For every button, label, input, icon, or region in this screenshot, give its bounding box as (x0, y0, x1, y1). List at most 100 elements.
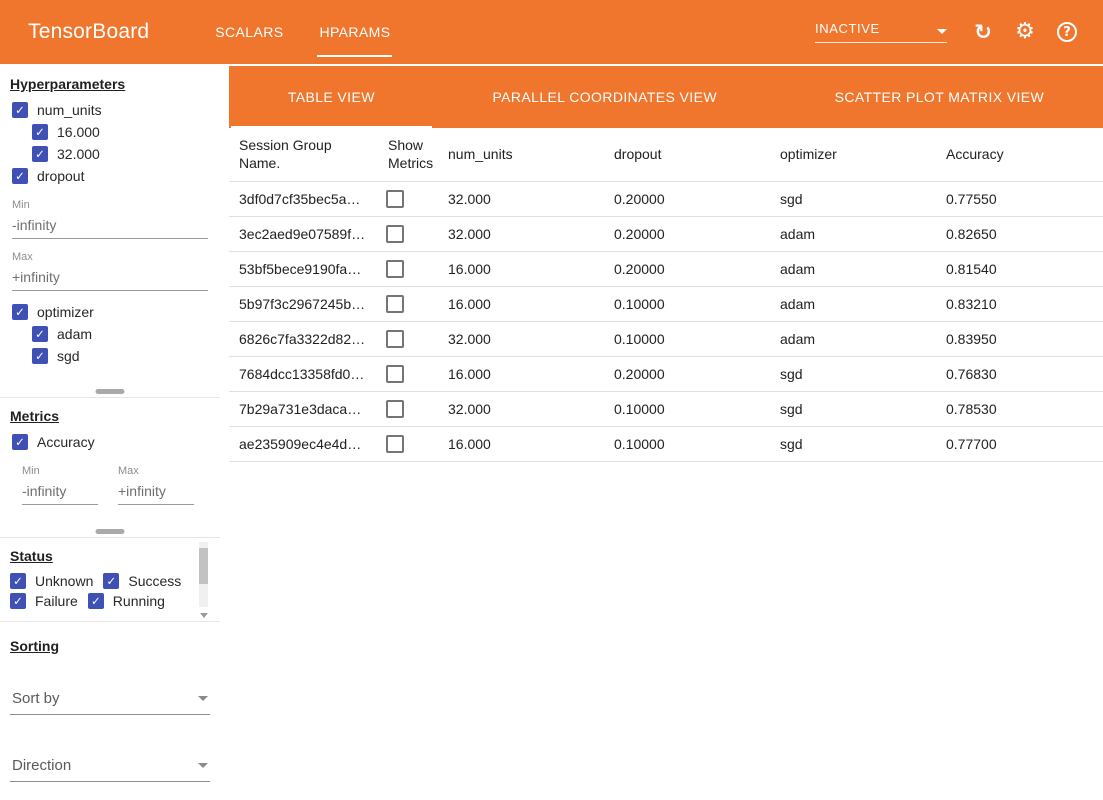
triangle-down-icon (200, 613, 208, 618)
session-group-name: 6826c7fa3322d82… (229, 322, 378, 357)
session-group-name: 3ec2aed9e07589f… (229, 217, 378, 252)
show-metrics-checkbox[interactable] (386, 330, 404, 348)
reload-status-value: INACTIVE (815, 21, 880, 36)
status-success-row[interactable]: Success (103, 571, 181, 591)
tab-scalars[interactable]: SCALARS (215, 0, 283, 64)
optimizer-value-sgd-row[interactable]: sgd (30, 345, 210, 367)
hparam-optimizer-row[interactable]: optimizer (10, 301, 210, 323)
checkbox-icon[interactable] (12, 102, 28, 118)
num-units-value-32-label: 32.000 (57, 146, 100, 162)
cell-optimizer: sgd (770, 357, 936, 392)
reload-status-select[interactable]: INACTIVE (815, 21, 947, 43)
show-metrics-checkbox[interactable] (386, 435, 404, 453)
gear-icon[interactable]: ⚙ (1011, 18, 1039, 46)
status-section: Status Unknown Success Failure Running (0, 538, 220, 622)
checkbox-icon[interactable] (32, 326, 48, 342)
cell-dropout: 0.20000 (604, 182, 770, 217)
cell-accuracy: 0.81540 (936, 252, 1103, 287)
dropout-min-input[interactable] (12, 215, 208, 239)
cell-dropout: 0.20000 (604, 252, 770, 287)
checkbox-icon[interactable] (12, 434, 28, 450)
checkbox-icon[interactable] (12, 304, 28, 320)
session-group-name: 7b29a731e3daca… (229, 392, 378, 427)
accuracy-min-input[interactable] (22, 481, 98, 505)
scrollbar-thumb[interactable] (199, 548, 208, 584)
tab-table-view[interactable]: TABLE VIEW (229, 66, 434, 128)
status-heading: Status (10, 548, 194, 564)
hparam-dropout-row[interactable]: dropout (10, 165, 210, 187)
optimizer-value-adam-label: adam (57, 326, 92, 342)
dropout-min-field: Min (12, 199, 208, 239)
chevron-down-icon (198, 696, 208, 701)
table-row: 6826c7fa3322d82… 32.000 0.10000 adam 0.8… (229, 322, 1103, 357)
optimizer-value-sgd-label: sgd (57, 348, 80, 364)
col-num-units: num_units (438, 128, 604, 182)
table-row: 7b29a731e3daca… 32.000 0.10000 sgd 0.785… (229, 392, 1103, 427)
num-units-value-32-row[interactable]: 32.000 (30, 143, 210, 165)
metric-accuracy-row[interactable]: Accuracy (10, 431, 210, 453)
tab-parallel-coordinates-view[interactable]: PARALLEL COORDINATES VIEW (434, 66, 776, 128)
table-row: 3ec2aed9e07589f… 32.000 0.20000 adam 0.8… (229, 217, 1103, 252)
col-session-group-name: Session Group Name. (229, 128, 378, 182)
num-units-value-16-label: 16.000 (57, 124, 100, 140)
session-group-name: 53bf5bece9190fa… (229, 252, 378, 287)
cell-optimizer: adam (770, 287, 936, 322)
checkbox-icon[interactable] (103, 573, 119, 589)
show-metrics-checkbox[interactable] (386, 260, 404, 278)
direction-select[interactable]: Direction (10, 757, 210, 782)
cell-num-units: 16.000 (438, 252, 604, 287)
help-icon[interactable]: ? (1053, 18, 1081, 46)
cell-dropout: 0.20000 (604, 357, 770, 392)
sort-by-select[interactable]: Sort by (10, 690, 210, 715)
table-header-row: Session Group Name. Show Metrics num_uni… (229, 128, 1103, 182)
cell-num-units: 32.000 (438, 322, 604, 357)
hyperparameters-section: Hyperparameters num_units 16.000 32.000 … (0, 66, 220, 398)
checkbox-icon[interactable] (10, 593, 26, 609)
num-units-value-16-row[interactable]: 16.000 (30, 121, 210, 143)
cell-optimizer: sgd (770, 392, 936, 427)
tab-scatter-plot-matrix-view[interactable]: SCATTER PLOT MATRIX VIEW (776, 66, 1103, 128)
refresh-icon[interactable]: ↻ (969, 18, 997, 46)
optimizer-value-adam-row[interactable]: adam (30, 323, 210, 345)
page-content: Hyperparameters num_units 16.000 32.000 … (0, 64, 1103, 800)
scroll-down-arrow[interactable] (199, 613, 208, 618)
status-unknown-row[interactable]: Unknown (10, 571, 93, 591)
checkbox-icon[interactable] (10, 573, 26, 589)
cell-accuracy: 0.78530 (936, 392, 1103, 427)
cell-num-units: 32.000 (438, 217, 604, 252)
dropout-max-input[interactable] (12, 267, 208, 291)
status-running-label: Running (113, 593, 165, 609)
accuracy-range-fields: Min Max (22, 453, 210, 507)
show-metrics-checkbox[interactable] (386, 190, 404, 208)
status-scrollbar[interactable] (199, 542, 208, 607)
hparam-optimizer-label: optimizer (37, 304, 94, 320)
status-unknown-label: Unknown (35, 573, 93, 589)
status-running-row[interactable]: Running (88, 591, 165, 611)
checkbox-icon[interactable] (32, 348, 48, 364)
status-failure-row[interactable]: Failure (10, 591, 78, 611)
accuracy-max-input[interactable] (118, 481, 194, 505)
col-accuracy: Accuracy (936, 128, 1103, 182)
metrics-heading: Metrics (10, 408, 210, 424)
checkbox-icon[interactable] (32, 124, 48, 140)
show-metrics-checkbox[interactable] (386, 400, 404, 418)
cell-accuracy: 0.77550 (936, 182, 1103, 217)
section-resize-handle[interactable] (96, 389, 125, 394)
hparam-num-units-row[interactable]: num_units (10, 99, 210, 121)
app-title: TensorBoard (0, 0, 149, 64)
sort-by-label: Sort by (12, 690, 60, 707)
show-metrics-checkbox[interactable] (386, 365, 404, 383)
chevron-down-icon (937, 29, 947, 34)
cell-num-units: 32.000 (438, 182, 604, 217)
sorting-section: Sorting Sort by Direction (0, 622, 220, 800)
top-toolbar: TensorBoard SCALARS HPARAMS INACTIVE ↻ ⚙… (0, 0, 1103, 64)
checkbox-icon[interactable] (88, 593, 104, 609)
section-resize-handle[interactable] (96, 529, 125, 534)
metrics-section: Metrics Accuracy Min Max (0, 398, 220, 538)
show-metrics-checkbox[interactable] (386, 225, 404, 243)
checkbox-icon[interactable] (12, 168, 28, 184)
checkbox-icon[interactable] (32, 146, 48, 162)
max-label: Max (12, 251, 208, 263)
show-metrics-checkbox[interactable] (386, 295, 404, 313)
tab-hparams[interactable]: HPARAMS (319, 0, 390, 64)
